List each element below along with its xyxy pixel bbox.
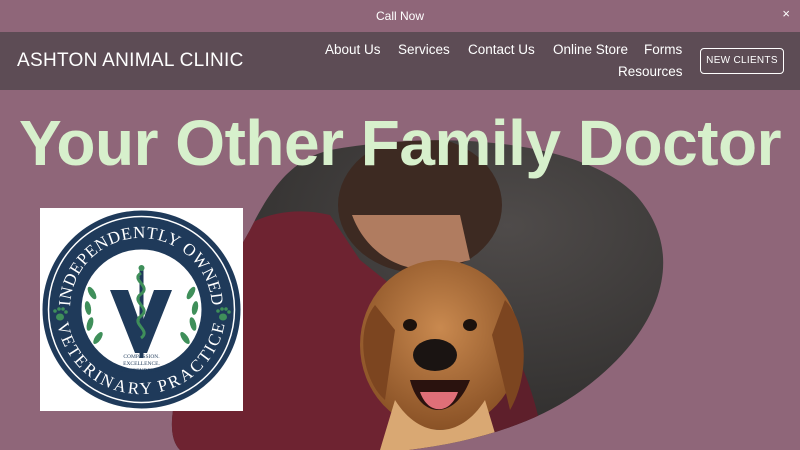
call-now-link[interactable]: Call Now	[0, 9, 800, 23]
nav-about-us[interactable]: About Us	[325, 42, 381, 57]
site-header: ASHTON ANIMAL CLINIC About Us Services C…	[0, 32, 800, 90]
hero-title: Your Other Family Doctor	[18, 107, 782, 179]
announcement-bar: Call Now ×	[0, 0, 800, 32]
badge-motto-2: EXCELLENCE.	[123, 361, 160, 367]
brand-logo[interactable]: ASHTON ANIMAL CLINIC	[17, 50, 244, 72]
nav-contact-us[interactable]: Contact Us	[468, 42, 535, 57]
independent-vet-badge: INDEPENDENTLY OWNED VETERINARY PRACTICE	[40, 208, 243, 411]
badge-seal-icon: INDEPENDENTLY OWNED VETERINARY PRACTICE	[42, 210, 241, 409]
new-clients-button[interactable]: NEW CLIENTS	[700, 48, 784, 74]
nav-services[interactable]: Services	[398, 42, 450, 57]
close-icon[interactable]: ×	[782, 6, 790, 21]
nav-forms[interactable]: Forms	[644, 42, 682, 57]
nav-resources[interactable]: Resources	[618, 64, 683, 79]
badge-motto-1: COMPASSION.	[123, 354, 160, 360]
badge-motto-3: INDEPENDENCE.	[120, 368, 164, 374]
nav-online-store[interactable]: Online Store	[553, 42, 628, 57]
